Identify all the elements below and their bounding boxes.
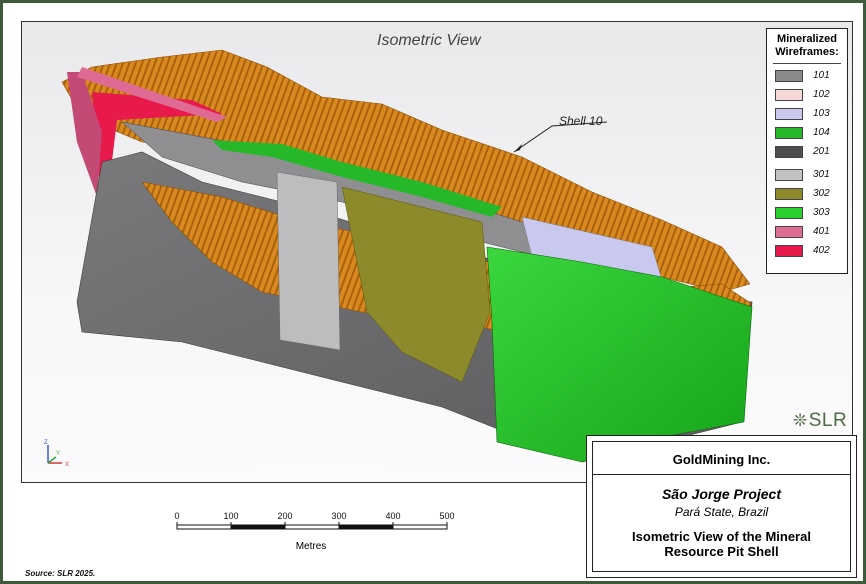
legend-item: 102 bbox=[775, 88, 845, 102]
legend-code: 401 bbox=[813, 226, 830, 237]
slr-snowflake-icon: ❊ bbox=[793, 411, 808, 430]
title-block-inner: GoldMining Inc. São Jorge Project Pará S… bbox=[592, 441, 851, 572]
project-location: Pará State, Brazil bbox=[674, 505, 769, 519]
view-title: Isometric View bbox=[377, 32, 481, 49]
legend: Mineralized Wireframes: 101 102 103 104 201 3… bbox=[766, 28, 848, 274]
scale-tick-label: 100 bbox=[223, 511, 239, 521]
legend-code: 104 bbox=[813, 127, 830, 138]
legend-code: 301 bbox=[813, 169, 830, 180]
scale-tick-label: 300 bbox=[331, 511, 347, 521]
axis-y-label: Y bbox=[56, 451, 60, 457]
slr-logo-text: SLR bbox=[808, 410, 848, 431]
figure-title-line2: Resource Pit Shell bbox=[664, 544, 779, 559]
scale-bar-graphic bbox=[176, 522, 448, 530]
slr-logo: ❊SLR bbox=[793, 410, 847, 432]
legend-item: 201 bbox=[775, 145, 845, 159]
legend-item: 402 bbox=[775, 244, 845, 258]
legend-swatch bbox=[775, 188, 803, 200]
legend-item: 104 bbox=[775, 126, 845, 140]
legend-item: 303 bbox=[775, 206, 845, 220]
scale-tick-label: 500 bbox=[439, 511, 455, 521]
legend-item: 302 bbox=[775, 187, 845, 201]
3d-model bbox=[61, 49, 753, 463]
legend-code: 302 bbox=[813, 188, 830, 199]
legend-item: 401 bbox=[775, 225, 845, 239]
figure-frame: Isometric View Shell 10 Mineralized Wire… bbox=[0, 0, 866, 584]
scale-tick-label: 0 bbox=[174, 511, 180, 521]
scale-tick-label: 200 bbox=[277, 511, 293, 521]
legend-code: 201 bbox=[813, 146, 830, 157]
scale-unit: Metres bbox=[295, 541, 327, 552]
title-block: GoldMining Inc. São Jorge Project Pará S… bbox=[586, 435, 857, 578]
legend-code: 102 bbox=[813, 89, 830, 100]
axis-x-label: X bbox=[65, 462, 69, 468]
axis-triad-icon: Z Y X bbox=[44, 440, 69, 468]
source-note: Source: SLR 2025. bbox=[25, 569, 96, 578]
legend-swatch bbox=[775, 89, 803, 101]
legend-title: Mineralized Wireframes: bbox=[773, 33, 841, 64]
legend-item: 101 bbox=[775, 69, 845, 83]
figure-title-line1: Isometric View of the Mineral bbox=[632, 529, 811, 544]
legend-code: 402 bbox=[813, 245, 830, 256]
legend-swatch bbox=[775, 207, 803, 219]
legend-swatch bbox=[775, 226, 803, 238]
shell-label: Shell 10 bbox=[559, 114, 603, 128]
legend-item: 301 bbox=[775, 168, 845, 182]
legend-code: 303 bbox=[813, 207, 830, 218]
legend-code: 101 bbox=[813, 70, 830, 81]
isometric-viewport[interactable]: Isometric View Shell 10 Mineralized Wire… bbox=[21, 21, 853, 483]
legend-swatch bbox=[775, 127, 803, 139]
legend-swatch bbox=[775, 146, 803, 158]
figure-title: Isometric View of the Mineral Resource P… bbox=[593, 529, 850, 559]
axis-z-label: Z bbox=[44, 440, 48, 446]
legend-code: 103 bbox=[813, 108, 830, 119]
legend-swatch bbox=[775, 108, 803, 120]
project-name: São Jorge Project bbox=[661, 486, 782, 502]
legend-swatch bbox=[775, 169, 803, 181]
legend-swatch bbox=[775, 70, 803, 82]
wireframe-301 bbox=[276, 171, 341, 351]
company-name: GoldMining Inc. bbox=[593, 442, 850, 475]
scale-tick-label: 400 bbox=[385, 511, 401, 521]
legend-item: 103 bbox=[775, 107, 845, 121]
legend-swatch bbox=[775, 245, 803, 257]
